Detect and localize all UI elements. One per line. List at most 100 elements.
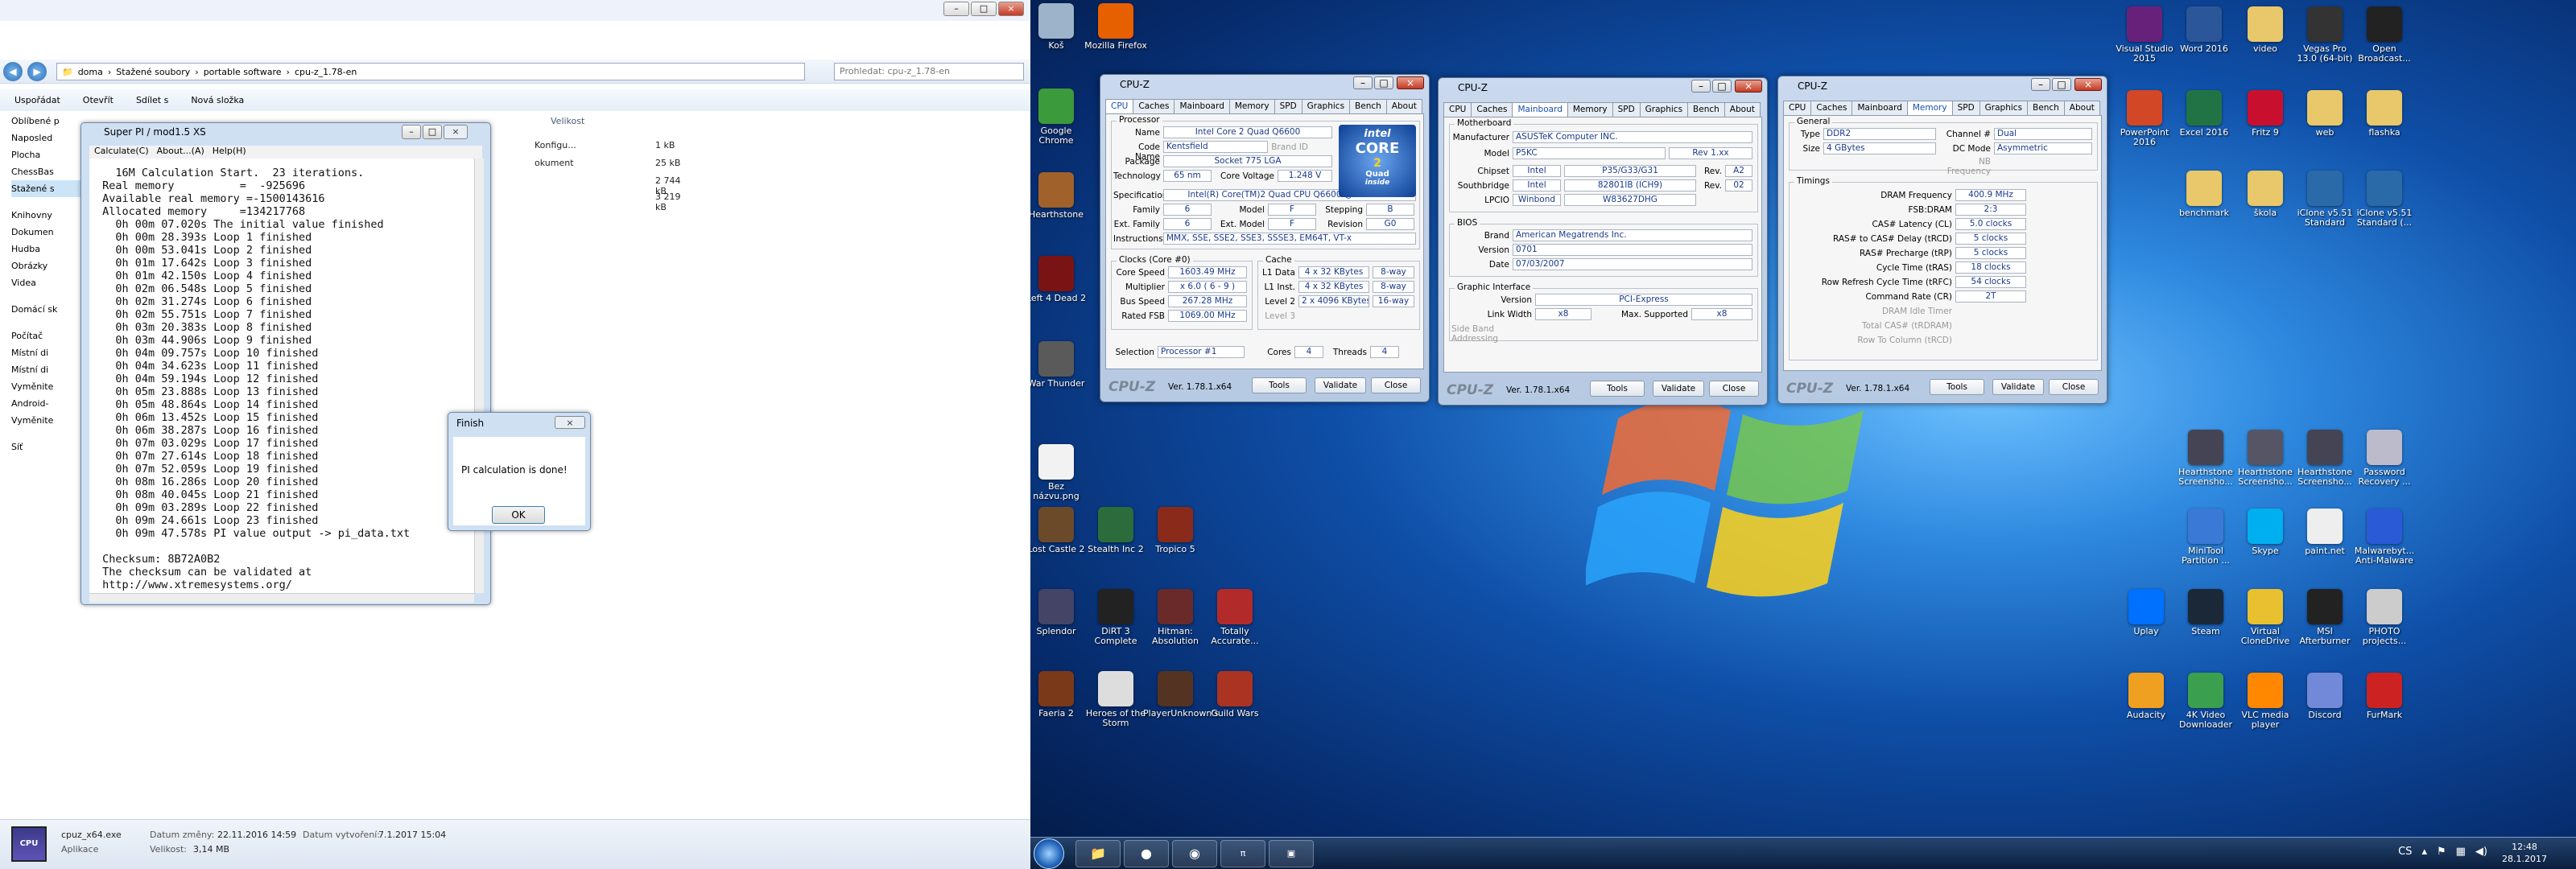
tab-about[interactable]: About bbox=[1724, 102, 1761, 117]
close-button[interactable]: × bbox=[1735, 80, 1762, 93]
desktop-icon[interactable]: Stealth Inc 2 bbox=[1084, 507, 1148, 554]
desktop-icon[interactable]: Open Broadcast... bbox=[2352, 6, 2417, 64]
tab-mainboard[interactable]: Mainboard bbox=[1174, 99, 1230, 113]
nav-item[interactable]: ChessBas bbox=[11, 163, 84, 180]
tools-button[interactable]: Tools bbox=[1590, 381, 1645, 397]
nav-item[interactable]: Domácí sk bbox=[11, 301, 84, 318]
desktop-icon[interactable]: Discord bbox=[2293, 673, 2357, 720]
share-button[interactable]: Sdílet s bbox=[136, 95, 168, 105]
tab-spd[interactable]: SPD bbox=[1274, 99, 1302, 113]
close-button[interactable]: × bbox=[1397, 76, 1424, 89]
desktop-icon[interactable]: iClone v5.51 Standard (... bbox=[2352, 171, 2417, 228]
processor-select[interactable]: Processor #1 bbox=[1158, 346, 1245, 358]
nav-item[interactable]: Dokumen bbox=[11, 224, 84, 241]
file-row[interactable]: Konfigu... 1 kB bbox=[535, 140, 687, 150]
desktop-icon[interactable]: 4K Video Downloader bbox=[2174, 673, 2238, 730]
nav-item[interactable]: Oblíbené p bbox=[11, 113, 84, 130]
desktop-icon[interactable]: Hearthstone Screensho... bbox=[2174, 430, 2238, 487]
taskbar-firefox[interactable]: ◉ bbox=[1172, 840, 1217, 867]
desktop-icon[interactable]: Tropico 5 bbox=[1143, 507, 1208, 554]
tab-graphics[interactable]: Graphics bbox=[1301, 99, 1351, 113]
desktop-icon[interactable]: Malwarebyt... Anti-Malware bbox=[2352, 509, 2417, 566]
horizontal-scrollbar[interactable] bbox=[89, 593, 474, 603]
desktop-icon[interactable]: flashka bbox=[2352, 90, 2417, 138]
minimize-button[interactable]: – bbox=[943, 2, 969, 16]
desktop-icon[interactable]: Hearthstone Screensho... bbox=[2233, 430, 2297, 487]
desktop-icon[interactable]: War Thunder bbox=[1030, 341, 1088, 389]
tab-spd[interactable]: SPD bbox=[1612, 102, 1641, 117]
column-header-size[interactable]: Velikost bbox=[551, 116, 704, 126]
maximize-button[interactable]: □ bbox=[971, 2, 997, 16]
tab-about[interactable]: About bbox=[2063, 101, 2100, 115]
close-dialog-button[interactable]: Close bbox=[1709, 381, 1759, 397]
desktop-icon[interactable]: Audacity bbox=[2114, 673, 2178, 720]
desktop-icon[interactable]: Uplay bbox=[2114, 589, 2178, 636]
tab-graphics[interactable]: Graphics bbox=[1979, 101, 2029, 115]
clock[interactable]: 12:48 28.1.2017 bbox=[2502, 841, 2547, 865]
desktop-icon[interactable]: Vegas Pro 13.0 (64-bit) bbox=[2293, 6, 2357, 64]
forward-icon[interactable]: ▶ bbox=[27, 61, 47, 81]
close-button[interactable]: × bbox=[555, 416, 585, 429]
desktop-icon[interactable]: paint.net bbox=[2293, 509, 2357, 556]
minimize-button[interactable]: – bbox=[1353, 76, 1373, 89]
nav-item[interactable]: Android- bbox=[11, 395, 84, 412]
desktop-icon[interactable]: škola bbox=[2233, 171, 2297, 218]
back-icon[interactable]: ◀ bbox=[3, 61, 23, 81]
language-indicator[interactable]: CS bbox=[2398, 846, 2412, 858]
nav-item[interactable]: Plocha bbox=[11, 146, 84, 163]
desktop-icon[interactable]: FurMark bbox=[2352, 673, 2417, 720]
tab-caches[interactable]: Caches bbox=[1133, 99, 1175, 113]
tab-cpu[interactable]: CPU bbox=[1783, 101, 1812, 115]
desktop-icon[interactable]: Fritz 9 bbox=[2233, 90, 2297, 138]
menu-about[interactable]: About...(A) bbox=[157, 146, 204, 159]
nav-item[interactable]: Síť bbox=[11, 439, 84, 455]
minimize-button[interactable]: – bbox=[402, 125, 421, 139]
desktop-icon[interactable]: iClone v5.51 Standard bbox=[2293, 171, 2357, 228]
desktop-icon[interactable]: Guild Wars bbox=[1203, 671, 1267, 719]
taskbar-cpuz[interactable]: ▣ bbox=[1269, 840, 1314, 867]
organize-button[interactable]: Uspořádat bbox=[14, 95, 60, 105]
superpi-window[interactable]: Super PI / mod1.5 XS – □ × Calculate(C) … bbox=[80, 122, 491, 605]
tools-button[interactable]: Tools bbox=[1252, 377, 1307, 393]
desktop-icon[interactable]: Bez názvu.png bbox=[1030, 444, 1088, 501]
menu-calculate[interactable]: Calculate(C) bbox=[94, 146, 149, 159]
tab-about[interactable]: About bbox=[1385, 99, 1422, 113]
desktop-icon[interactable]: Mozilla Firefox bbox=[1084, 3, 1148, 51]
nav-item[interactable]: Počítač bbox=[11, 327, 84, 344]
close-button[interactable]: × bbox=[998, 2, 1024, 16]
start-button[interactable] bbox=[1034, 838, 1064, 869]
close-button[interactable]: × bbox=[444, 125, 468, 139]
minimize-button[interactable]: – bbox=[1691, 80, 1711, 93]
tab-bench[interactable]: Bench bbox=[1687, 102, 1725, 117]
close-dialog-button[interactable]: Close bbox=[1371, 377, 1421, 393]
tab-spd[interactable]: SPD bbox=[1951, 101, 1980, 115]
cpuz-cpu-window[interactable]: CPU-Z – □ × CPU Caches Mainboard Memory … bbox=[1100, 74, 1430, 402]
desktop-icon[interactable]: DiRT 3 Complete bbox=[1084, 589, 1148, 646]
nav-item[interactable]: Místní di bbox=[11, 361, 84, 378]
desktop-icon[interactable]: Hearthstone bbox=[1030, 172, 1088, 220]
desktop-icon[interactable]: video bbox=[2233, 6, 2297, 54]
tab-memory[interactable]: Memory bbox=[1906, 101, 1953, 115]
maximize-button[interactable]: □ bbox=[1374, 76, 1393, 89]
tab-graphics[interactable]: Graphics bbox=[1639, 102, 1689, 117]
cpuz-memory-window[interactable]: CPU-Z – □ × CPU Caches Mainboard Memory … bbox=[1777, 76, 2107, 404]
desktop-icon[interactable]: Virtual CloneDrive bbox=[2233, 589, 2297, 646]
desktop-icon[interactable]: Koš bbox=[1030, 3, 1088, 51]
nav-item[interactable]: Naposled bbox=[11, 130, 84, 146]
maximize-button[interactable]: □ bbox=[1712, 80, 1732, 93]
open-button[interactable]: Otevřít bbox=[83, 95, 114, 105]
network-icon[interactable]: ▦ bbox=[2456, 846, 2466, 858]
desktop-icon[interactable]: Hitman: Absolution bbox=[1143, 589, 1208, 646]
ok-button[interactable]: OK bbox=[492, 506, 545, 524]
menu-help[interactable]: Help(H) bbox=[213, 146, 246, 159]
breadcrumb-1[interactable]: Stažené soubory bbox=[116, 67, 190, 77]
flag-icon[interactable]: ⚑ bbox=[2437, 846, 2446, 858]
desktop-icon[interactable]: Excel 2016 bbox=[2172, 90, 2236, 138]
nav-item[interactable]: Vyměnite bbox=[11, 412, 84, 429]
nav-item[interactable]: Videa bbox=[11, 274, 84, 291]
desktop-icon[interactable]: Google Chrome bbox=[1030, 89, 1088, 146]
chevron-up-icon[interactable]: ▴ bbox=[2421, 846, 2427, 858]
validate-button[interactable]: Validate bbox=[1653, 381, 1704, 397]
address-bar[interactable]: 📁 doma › Stažené soubory › portable softwa… bbox=[56, 63, 805, 80]
desktop-icon[interactable]: Heroes of the Storm bbox=[1084, 671, 1148, 728]
